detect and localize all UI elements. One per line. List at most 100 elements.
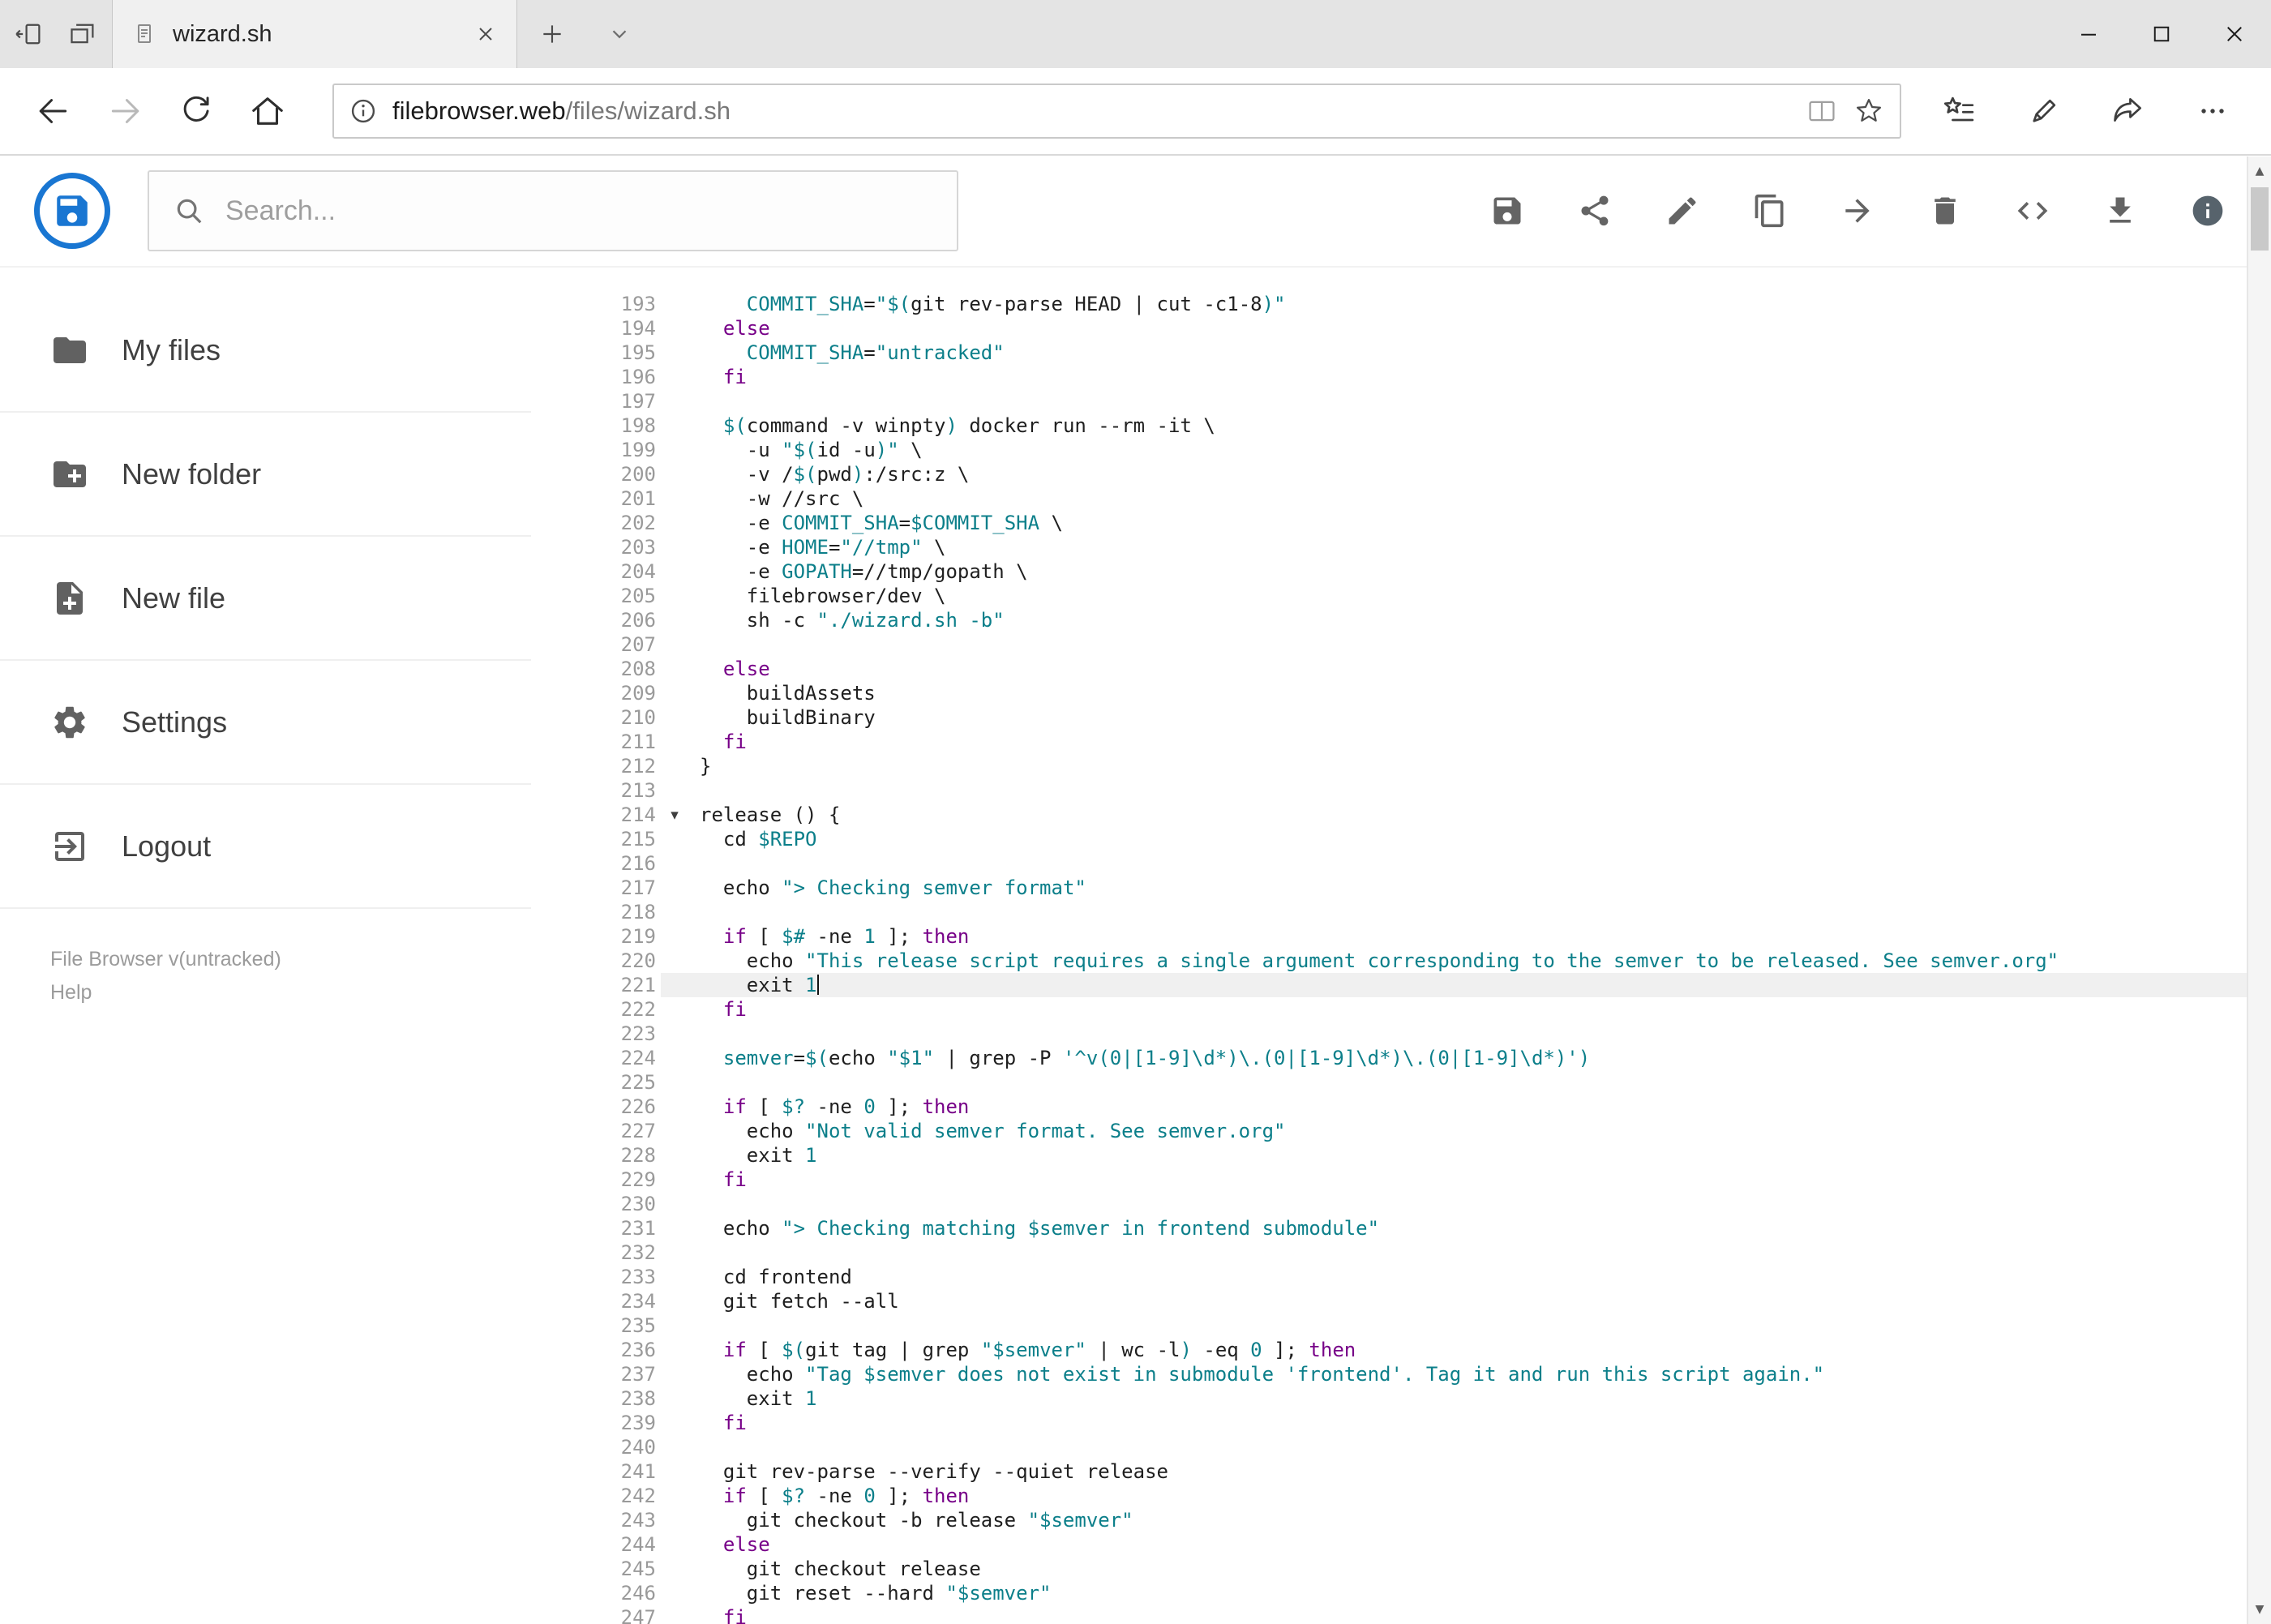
code-line[interactable]: 213: [531, 778, 2271, 803]
code-text[interactable]: [688, 900, 2271, 924]
code-line[interactable]: 246 git reset --hard "$semver": [531, 1581, 2271, 1605]
code-line[interactable]: 210 buildBinary: [531, 705, 2271, 730]
code-line[interactable]: 236 if [ $(git tag | grep "$semver" | wc…: [531, 1338, 2271, 1362]
code-line[interactable]: 208 else: [531, 657, 2271, 681]
code-line[interactable]: 206 sh -c "./wizard.sh -b": [531, 608, 2271, 632]
refresh-icon[interactable]: [161, 75, 232, 147]
code-text[interactable]: fi: [688, 1168, 2271, 1192]
code-line[interactable]: 247 fi: [531, 1605, 2271, 1624]
sidebar-item-my-files[interactable]: My files: [0, 289, 531, 413]
code-text[interactable]: -v /$(pwd):/src:z \: [688, 462, 2271, 486]
scroll-up-arrow-icon[interactable]: ▲: [2248, 156, 2271, 186]
code-text[interactable]: git checkout -b release "$semver": [688, 1508, 2271, 1532]
code-text[interactable]: echo "Tag $semver does not exist in subm…: [688, 1362, 2271, 1386]
code-line[interactable]: 222 fi: [531, 997, 2271, 1022]
code-line[interactable]: 221 exit 1: [531, 973, 2271, 997]
code-text[interactable]: filebrowser/dev \: [688, 584, 2271, 608]
code-line[interactable]: 243 git checkout -b release "$semver": [531, 1508, 2271, 1532]
code-text[interactable]: sh -c "./wizard.sh -b": [688, 608, 2271, 632]
code-text[interactable]: [688, 1435, 2271, 1459]
code-line[interactable]: 217 echo "> Checking semver format": [531, 876, 2271, 900]
code-line[interactable]: 237 echo "Tag $semver does not exist in …: [531, 1362, 2271, 1386]
tabs-set-aside-button[interactable]: [68, 19, 97, 49]
code-line[interactable]: 200 -v /$(pwd):/src:z \: [531, 462, 2271, 486]
code-text[interactable]: [688, 778, 2271, 803]
code-text[interactable]: echo "> Checking semver format": [688, 876, 2271, 900]
code-text[interactable]: else: [688, 1532, 2271, 1557]
tab-close-icon[interactable]: [474, 23, 497, 45]
code-text[interactable]: git reset --hard "$semver": [688, 1581, 2271, 1605]
code-text[interactable]: cd $REPO: [688, 827, 2271, 851]
code-text[interactable]: exit 1: [688, 973, 2271, 997]
code-line[interactable]: 194 else: [531, 316, 2271, 341]
code-line[interactable]: 238 exit 1: [531, 1386, 2271, 1411]
code-text[interactable]: fi: [688, 730, 2271, 754]
code-text[interactable]: else: [688, 316, 2271, 341]
code-text[interactable]: [688, 1313, 2271, 1338]
code-line[interactable]: 227 echo "Not valid semver format. See s…: [531, 1119, 2271, 1143]
code-line[interactable]: 199 -u "$(id -u)" \: [531, 438, 2271, 462]
code-text[interactable]: exit 1: [688, 1386, 2271, 1411]
code-text[interactable]: -e COMMIT_SHA=$COMMIT_SHA \: [688, 511, 2271, 535]
code-text[interactable]: echo "> Checking matching $semver in fro…: [688, 1216, 2271, 1240]
code-line[interactable]: 201 -w //src \: [531, 486, 2271, 511]
raw-code-button[interactable]: [2015, 193, 2050, 229]
code-text[interactable]: [688, 1192, 2271, 1216]
code-line[interactable]: 193 COMMIT_SHA="$(git rev-parse HEAD | c…: [531, 292, 2271, 316]
search-box[interactable]: [148, 170, 958, 251]
code-line[interactable]: 203 -e HOME="//tmp" \: [531, 535, 2271, 559]
sidebar-item-logout[interactable]: Logout: [0, 785, 531, 909]
code-line[interactable]: 230: [531, 1192, 2271, 1216]
save-button[interactable]: [1489, 193, 1525, 229]
code-line[interactable]: 234 git fetch --all: [531, 1289, 2271, 1313]
page-scrollbar[interactable]: ▲ ▼: [2247, 156, 2271, 1624]
tab-preview-chevron-icon[interactable]: [587, 0, 652, 68]
code-line[interactable]: 196 fi: [531, 365, 2271, 389]
download-button[interactable]: [2102, 193, 2138, 229]
share-file-button[interactable]: [1577, 193, 1613, 229]
code-text[interactable]: }: [688, 754, 2271, 778]
code-text[interactable]: [688, 1022, 2271, 1046]
code-text[interactable]: if [ $(git tag | grep "$semver" | wc -l)…: [688, 1338, 2271, 1362]
code-text[interactable]: if [ $? -ne 0 ]; then: [688, 1484, 2271, 1508]
code-line[interactable]: 229 fi: [531, 1168, 2271, 1192]
scrollbar-thumb[interactable]: [2251, 187, 2269, 251]
web-note-pen-icon[interactable]: [2010, 75, 2078, 147]
address-bar[interactable]: filebrowser.web/files/wizard.sh: [332, 84, 1901, 139]
scroll-down-arrow-icon[interactable]: ▼: [2248, 1595, 2271, 1624]
browser-tab[interactable]: wizard.sh: [112, 0, 517, 68]
code-text[interactable]: if [ $# -ne 1 ]; then: [688, 924, 2271, 949]
forward-icon[interactable]: [89, 75, 161, 147]
code-text[interactable]: -e GOPATH=//tmp/gopath \: [688, 559, 2271, 584]
minimize-button[interactable]: [2052, 0, 2125, 68]
maximize-button[interactable]: [2125, 0, 2198, 68]
code-line[interactable]: 218: [531, 900, 2271, 924]
code-line[interactable]: 202 -e COMMIT_SHA=$COMMIT_SHA \: [531, 511, 2271, 535]
delete-button[interactable]: [1927, 193, 1963, 229]
edit-button[interactable]: [1665, 193, 1700, 229]
page-info-icon[interactable]: [349, 96, 378, 126]
code-line[interactable]: 224 semver=$(echo "$1" | grep -P '^v(0|[…: [531, 1046, 2271, 1070]
code-line[interactable]: 209 buildAssets: [531, 681, 2271, 705]
code-line[interactable]: 232: [531, 1240, 2271, 1265]
code-line[interactable]: 215 cd $REPO: [531, 827, 2271, 851]
code-text[interactable]: cd frontend: [688, 1265, 2271, 1289]
code-line[interactable]: 212}: [531, 754, 2271, 778]
code-text[interactable]: release () {: [688, 803, 2271, 827]
fold-arrow-icon[interactable]: ▾: [661, 803, 688, 827]
code-text[interactable]: semver=$(echo "$1" | grep -P '^v(0|[1-9]…: [688, 1046, 2271, 1070]
code-line[interactable]: 205 filebrowser/dev \: [531, 584, 2271, 608]
code-line[interactable]: 241 git rev-parse --verify --quiet relea…: [531, 1459, 2271, 1484]
code-line[interactable]: 197: [531, 389, 2271, 413]
home-icon[interactable]: [232, 75, 303, 147]
favorites-hub-icon[interactable]: [1926, 75, 1994, 147]
set-tabs-aside-button[interactable]: [15, 19, 44, 49]
copy-button[interactable]: [1752, 193, 1788, 229]
move-button[interactable]: [1840, 193, 1875, 229]
code-text[interactable]: [688, 1070, 2271, 1095]
code-text[interactable]: exit 1: [688, 1143, 2271, 1168]
code-line[interactable]: 244 else: [531, 1532, 2271, 1557]
share-icon[interactable]: [2094, 75, 2162, 147]
code-line[interactable]: 223: [531, 1022, 2271, 1046]
code-text[interactable]: fi: [688, 1605, 2271, 1624]
